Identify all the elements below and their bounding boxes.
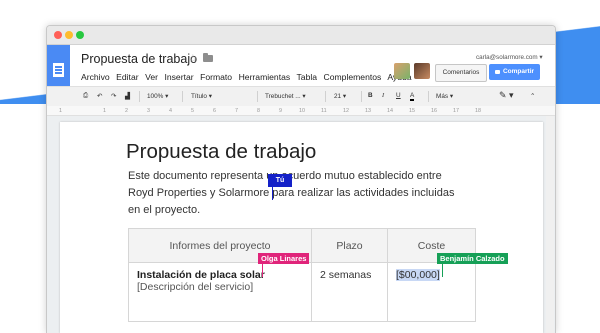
italic-icon[interactable]: I xyxy=(382,92,384,99)
menu-formato[interactable]: Formato xyxy=(200,72,232,82)
cursor-label-you: Tú xyxy=(268,174,292,187)
formatting-toolbar: ⎙ ↶ ↷ ▟ 100% ▾ Título ▾ Trebuchet ... ▾ … xyxy=(47,86,555,107)
minimize-window-icon[interactable] xyxy=(65,31,73,39)
table-cell[interactable]: [$00,000] xyxy=(387,262,476,322)
editing-mode-icon[interactable]: ✎ ▾ xyxy=(499,90,514,101)
menu-ver[interactable]: Ver xyxy=(145,72,158,82)
underline-icon[interactable]: U xyxy=(396,92,401,99)
folder-icon[interactable] xyxy=(203,53,213,62)
collaborator-avatar[interactable] xyxy=(414,63,430,79)
caret-you xyxy=(272,187,273,200)
font-select[interactable]: Trebuchet ... ▾ xyxy=(265,92,306,100)
caret-benjamin xyxy=(442,264,443,277)
lock-icon xyxy=(494,70,500,74)
window-titlebar xyxy=(47,26,555,45)
table-row: Instalación de placa solar [Descripción … xyxy=(128,262,476,322)
vertical-scrollbar[interactable] xyxy=(546,116,554,333)
close-window-icon[interactable] xyxy=(54,31,62,39)
style-select[interactable]: Título ▾ xyxy=(191,92,212,100)
comments-button[interactable]: Comentarios xyxy=(435,64,487,82)
zoom-select[interactable]: 100% ▾ xyxy=(147,92,168,100)
menu-insertar[interactable]: Insertar xyxy=(164,72,193,82)
menu-archivo[interactable]: Archivo xyxy=(81,72,110,82)
cursor-label-olga: Olga Linares xyxy=(258,253,310,264)
bold-icon[interactable]: B xyxy=(368,92,373,99)
table-cell[interactable]: Instalación de placa solar [Descripción … xyxy=(128,262,312,322)
intro-paragraph[interactable]: Este documento representa un acuerdo mut… xyxy=(128,168,488,219)
menu-bar: Archivo Editar Ver Insertar Formato Herr… xyxy=(81,72,416,82)
service-name: Instalación de placa solar xyxy=(137,269,265,281)
menu-herramientas[interactable]: Herramientas xyxy=(239,72,291,82)
menu-complementos[interactable]: Complementos xyxy=(324,72,382,82)
collaborator-avatar[interactable] xyxy=(394,63,410,79)
redo-icon[interactable]: ↷ xyxy=(111,92,116,100)
menu-tabla[interactable]: Tabla xyxy=(297,72,318,82)
menu-editar[interactable]: Editar xyxy=(116,72,138,82)
share-button[interactable]: Compartir xyxy=(489,64,540,80)
table-cell[interactable]: 2 semanas xyxy=(311,262,388,322)
deadline-value: 2 semanas xyxy=(320,269,372,281)
project-table[interactable]: Informes del proyecto Plazo Coste Instal… xyxy=(128,228,476,322)
font-size-select[interactable]: 21 ▾ xyxy=(334,92,346,100)
collapse-icon[interactable]: ⌃ xyxy=(530,92,535,100)
text-color-icon[interactable]: A xyxy=(410,92,415,101)
maximize-window-icon[interactable] xyxy=(76,31,84,39)
document-heading[interactable]: Propuesta de trabajo xyxy=(126,140,316,164)
ruler[interactable]: 1 1 2 3 4 5 6 7 8 9 10 11 12 13 14 15 16… xyxy=(47,106,555,116)
table-header: Plazo xyxy=(311,228,388,263)
more-button[interactable]: Más ▾ xyxy=(436,92,453,100)
cursor-label-benjamin: Benjamín Calzado xyxy=(437,253,508,264)
print-icon[interactable]: ⎙ xyxy=(83,92,88,100)
undo-icon[interactable]: ↶ xyxy=(97,92,102,100)
paint-format-icon[interactable]: ▟ xyxy=(125,92,130,100)
service-description: [Descripción del servicio] xyxy=(137,281,254,293)
cost-value: [$00,000] xyxy=(396,269,440,281)
document-title[interactable]: Propuesta de trabajo xyxy=(81,52,197,66)
account-email[interactable]: carla@solarmore.com ▾ xyxy=(476,54,543,61)
caret-olga xyxy=(262,264,263,277)
star-icon[interactable]: ☆ xyxy=(188,52,198,65)
